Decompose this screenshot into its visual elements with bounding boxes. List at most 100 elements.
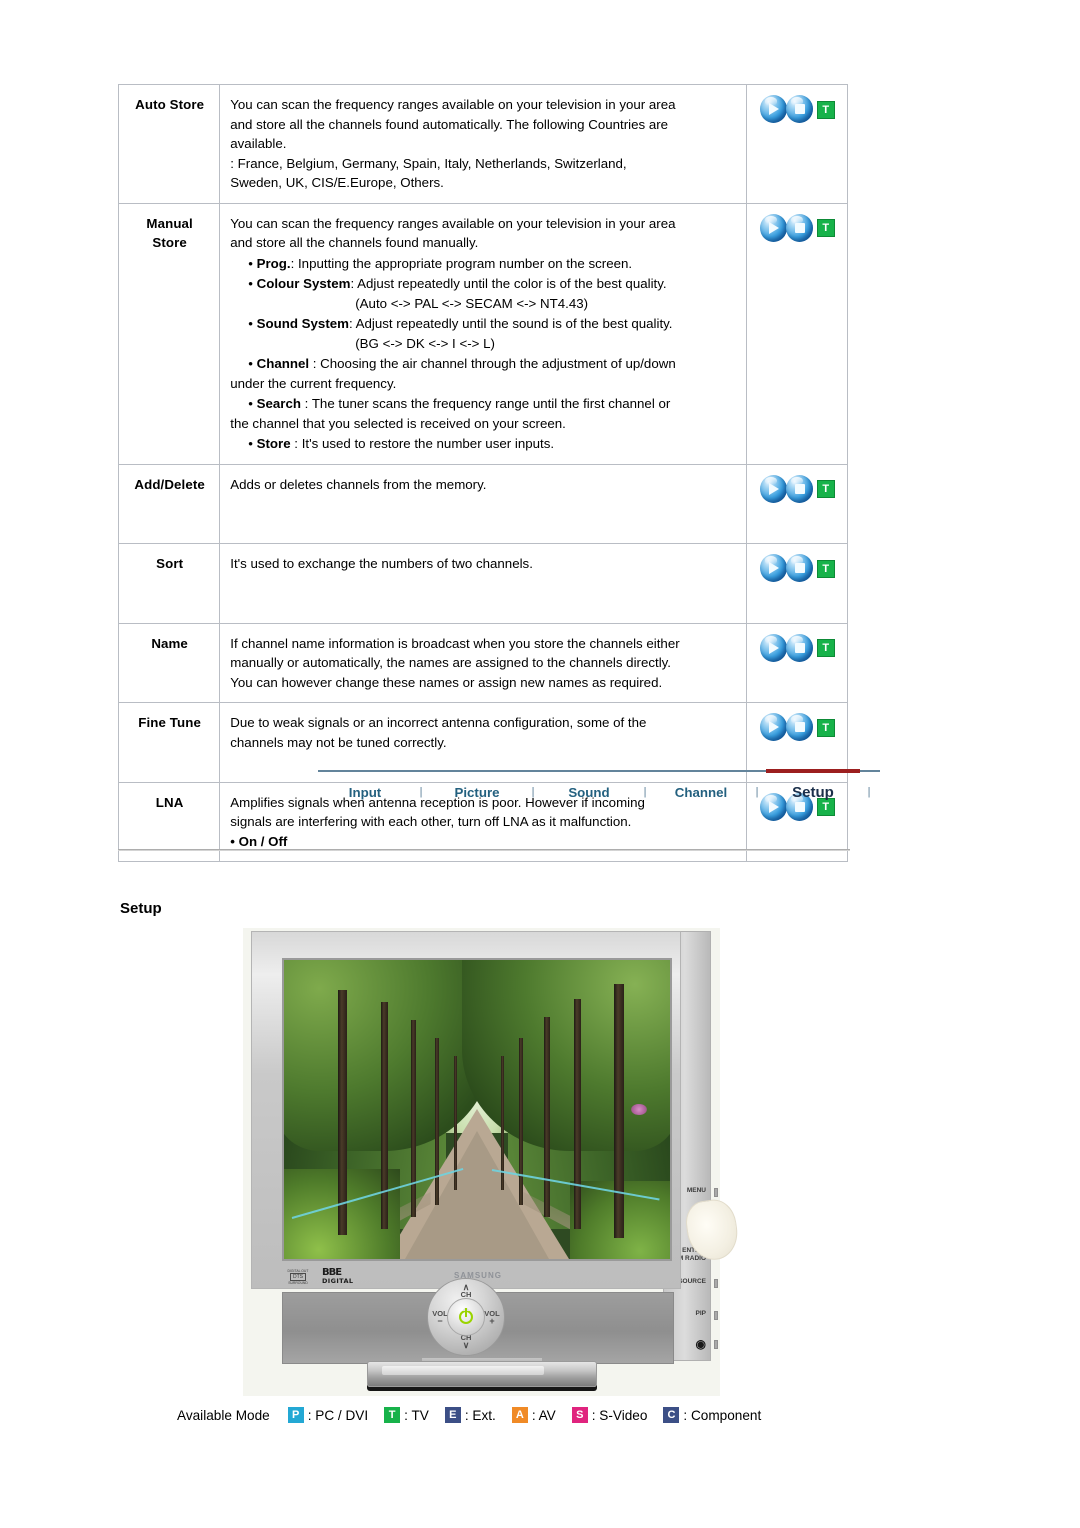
mode-badge-tv-icon: T bbox=[816, 639, 835, 658]
tab-separator: | bbox=[419, 786, 423, 798]
table-row: Sort It's used to exchange the numbers o… bbox=[117, 543, 849, 624]
desc-line: channels may not be tuned correctly. bbox=[230, 734, 447, 750]
bullet-term: Colour System bbox=[256, 276, 351, 291]
row-label-line2: Store bbox=[152, 235, 187, 250]
row-label-sort: Sort bbox=[117, 543, 221, 624]
side-button-tick bbox=[714, 1340, 718, 1349]
row-label-add-delete: Add/Delete bbox=[117, 463, 221, 544]
row-icon-sort: T bbox=[745, 543, 849, 624]
dts-logo-mark: DTS bbox=[290, 1273, 306, 1281]
bullet-cont-channel: under the current frequency. bbox=[230, 375, 397, 391]
photo-tree-trunk bbox=[434, 1037, 439, 1206]
desc-line: If channel name information is broadcast… bbox=[230, 635, 680, 651]
stop-orb-icon bbox=[786, 474, 814, 503]
mode-badge-tv-icon: T bbox=[816, 480, 835, 499]
legend-label: : Ext. bbox=[464, 1407, 496, 1423]
desc-line: and store all the channels found automat… bbox=[230, 116, 669, 132]
mode-badge-ext-icon: E bbox=[444, 1407, 461, 1423]
ch-up-button[interactable]: ∧ CH bbox=[455, 1283, 477, 1299]
tab-sound[interactable]: Sound bbox=[542, 779, 636, 800]
table-row: Add/Delete Adds or deletes channels from… bbox=[117, 463, 849, 544]
bullet-subtext-sound-system: (BG <-> DK <-> I <-> L) bbox=[355, 335, 495, 351]
bullet-cont-search: the channel that you selected is receive… bbox=[230, 415, 566, 431]
photo-tree-trunk bbox=[338, 989, 348, 1236]
row-icon-add-delete: T bbox=[745, 463, 849, 544]
side-button-source[interactable]: SOURCE bbox=[678, 1278, 706, 1286]
bullet-search: • Search : The tuner scans the frequency… bbox=[248, 396, 671, 411]
photo-tree-trunk bbox=[544, 1016, 551, 1218]
play-orb-icon bbox=[760, 554, 788, 582]
desc-line: Sweden, UK, CIS/E.Europe, Others. bbox=[230, 175, 444, 190]
bullet-text: The tuner scans the frequency range unti… bbox=[308, 396, 671, 411]
play-orb-icon bbox=[760, 95, 788, 123]
desc-line: available. bbox=[230, 136, 287, 151]
play-orb-icon bbox=[760, 213, 788, 242]
tab-separator: | bbox=[755, 786, 759, 798]
row-label-line1: Manual bbox=[146, 215, 193, 231]
bullet-subtext-colour-system: (Auto <-> PAL <-> SECAM <-> NT4.43) bbox=[355, 295, 589, 311]
control-dpad[interactable]: ∧ CH VOL − VOL + CH ∨ bbox=[427, 1278, 505, 1356]
photo-tree-trunk bbox=[411, 1019, 417, 1218]
row-icon-auto-store: T bbox=[745, 84, 849, 204]
stop-orb-icon bbox=[786, 554, 814, 582]
desc-line: It's used to exchange the numbers of two… bbox=[230, 556, 533, 571]
side-button-tick bbox=[714, 1279, 718, 1288]
row-label-manual-store: Manual Store bbox=[117, 202, 221, 465]
mode-badge-tv-icon: T bbox=[384, 1407, 401, 1423]
tab-input[interactable]: Input bbox=[318, 779, 412, 800]
dts-logo-icon: DIGITAL OUT DTS SURROUND bbox=[283, 1269, 313, 1286]
tab-picture[interactable]: Picture bbox=[430, 779, 524, 800]
table-row: Name If channel name information is broa… bbox=[117, 622, 849, 703]
legend-entry-tv: T : TV bbox=[384, 1407, 429, 1423]
legend-entry-pc-dvi: P : PC / DVI bbox=[287, 1407, 368, 1423]
photo-flowers bbox=[630, 1103, 647, 1115]
ch-down-button[interactable]: CH ∨ bbox=[455, 1334, 477, 1350]
row-label-name: Name bbox=[117, 622, 221, 703]
legend-entry-ext: E : Ext. bbox=[444, 1407, 496, 1423]
table-row: Manual Store You can scan the frequency … bbox=[117, 202, 849, 465]
bullet-term: Store bbox=[256, 436, 291, 451]
legend-label: : AV bbox=[531, 1407, 556, 1423]
bullet-term: Search bbox=[256, 396, 301, 411]
photo-tree-trunk bbox=[380, 1001, 388, 1230]
side-button-pip[interactable]: PIP bbox=[696, 1310, 706, 1318]
bbe-logo-sub: DIGITAL bbox=[322, 1277, 354, 1285]
bullet-sep: : bbox=[290, 436, 298, 451]
bullet-text: Inputting the appropriate program number… bbox=[294, 255, 633, 271]
side-button-menu[interactable]: MENU bbox=[687, 1187, 706, 1195]
row-description-manual-store: You can scan the frequency ranges availa… bbox=[219, 202, 747, 465]
mode-badge-tv-icon: T bbox=[816, 219, 835, 238]
legend-entry-s-video: S : S-Video bbox=[571, 1407, 647, 1423]
bullet-sound-system: • Sound System: Adjust repeatedly until … bbox=[248, 316, 673, 331]
mode-badge-tv-icon: T bbox=[816, 100, 835, 119]
power-button[interactable] bbox=[447, 1298, 485, 1336]
stop-orb-icon bbox=[786, 633, 814, 662]
desc-line: You can scan the frequency ranges availa… bbox=[230, 215, 676, 231]
bullet-term: Prog. bbox=[256, 255, 291, 271]
desc-line: manually or automatically, the names are… bbox=[230, 655, 672, 670]
row-description-auto-store: You can scan the frequency ranges availa… bbox=[219, 84, 747, 204]
desc-line: You can scan the frequency ranges availa… bbox=[230, 97, 676, 112]
tab-channel[interactable]: Channel bbox=[654, 779, 748, 800]
mode-badge-tv-icon: T bbox=[816, 559, 835, 578]
bullet-text: Adjust repeatedly until the sound is of … bbox=[352, 316, 673, 331]
tab-setup[interactable]: Setup bbox=[766, 768, 860, 801]
dts-logo-line3: SURROUND bbox=[288, 1281, 308, 1285]
monitor-bezel: DIGITAL OUT DTS SURROUND BBE DIGITAL SAM… bbox=[251, 931, 681, 1364]
photo-tree-trunk bbox=[574, 998, 582, 1230]
row-icon-manual-store: T bbox=[745, 202, 849, 465]
horizontal-divider bbox=[118, 849, 850, 851]
photo-tree-trunk bbox=[519, 1037, 524, 1206]
row-description-name: If channel name information is broadcast… bbox=[219, 622, 747, 703]
available-mode-legend: Available Mode P : PC / DVI T : TV E : E… bbox=[177, 1407, 777, 1423]
side-button-power-icon[interactable]: ◉ bbox=[696, 1338, 706, 1350]
bullet-channel: • Channel : Choosing the air channel thr… bbox=[248, 356, 676, 371]
monitor-illustration: MENU AUTO ENTER/ FM RADIO SOURCE PIP ◉ bbox=[243, 928, 741, 1396]
screen-photo-tree-path bbox=[284, 960, 670, 1259]
monitor-screen bbox=[282, 958, 672, 1261]
page-title: Setup bbox=[120, 900, 162, 917]
section-tab-nav[interactable]: Input | Picture | Sound | Channel | Setu… bbox=[318, 768, 880, 806]
bbe-logo-icon: BBE DIGITAL bbox=[322, 1268, 353, 1286]
legend-entry-component: C : Component bbox=[663, 1407, 761, 1423]
desc-line: Adds or deletes channels from the memory… bbox=[230, 476, 487, 492]
